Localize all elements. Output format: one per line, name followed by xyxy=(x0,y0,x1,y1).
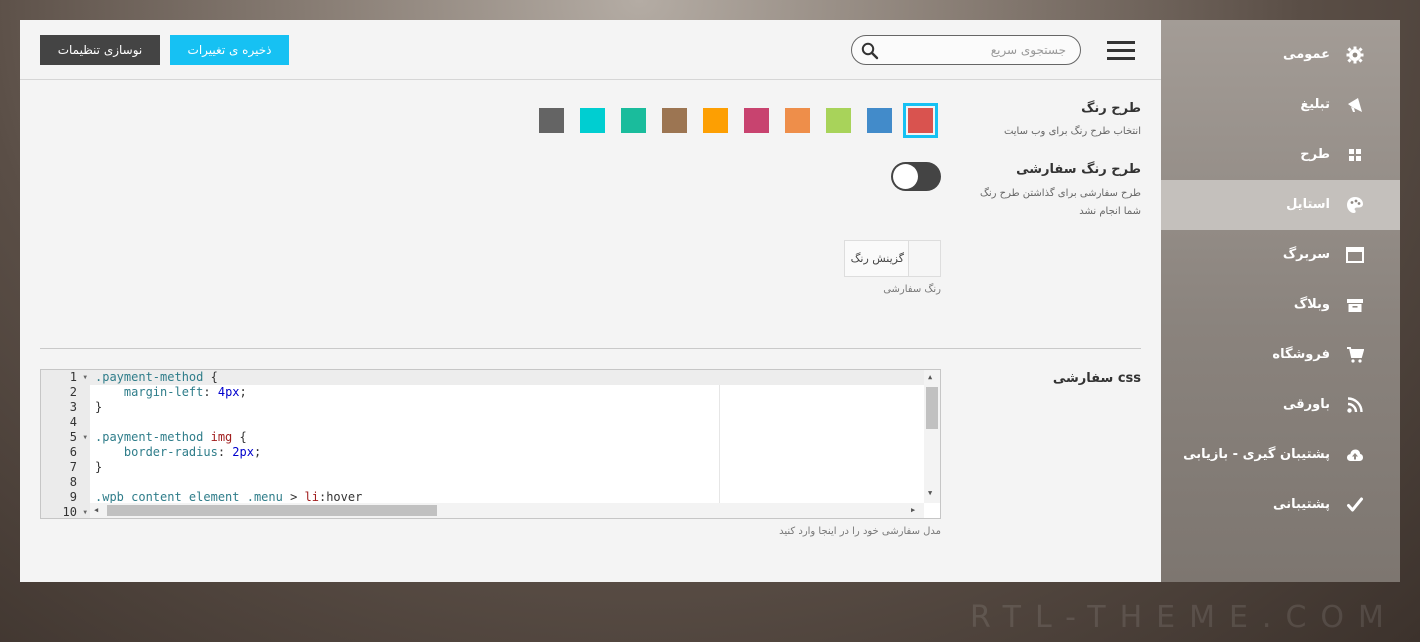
custom-scheme-title: طرح رنگ سفارشی xyxy=(1016,162,1141,177)
search-icon[interactable] xyxy=(861,42,879,60)
vertical-scroll-thumb[interactable] xyxy=(926,387,938,429)
search-input[interactable] xyxy=(886,41,1066,59)
sidebar-item[interactable]: استایل xyxy=(1161,180,1400,230)
browser-window-icon xyxy=(1346,246,1364,264)
code-line: .payment-method img { xyxy=(95,430,247,444)
code-line: .payment-method { xyxy=(90,370,924,385)
color-swatch[interactable] xyxy=(539,108,564,133)
color-swatch[interactable] xyxy=(703,108,728,133)
sidebar-item[interactable]: پشتیبانی xyxy=(1161,480,1400,530)
scroll-left-arrow-icon[interactable]: ◀ xyxy=(94,506,98,514)
line-number: 2 xyxy=(69,385,77,399)
hamburger-menu-icon[interactable] xyxy=(1107,41,1135,61)
sidebar-item-label: استایل xyxy=(1286,197,1330,212)
fold-arrow-icon[interactable]: ▼ xyxy=(83,370,87,385)
line-number: 4 xyxy=(69,415,77,429)
main-panel: نوسازی تنظیمات ذخیره ی تغییرات طرح رنگ ا… xyxy=(20,20,1161,582)
check-icon xyxy=(1346,496,1364,514)
fold-arrow-icon[interactable]: ▼ xyxy=(83,505,87,518)
line-number: 3 xyxy=(69,400,77,414)
line-number: 5 ▼ xyxy=(69,430,87,445)
section-divider xyxy=(40,348,1141,349)
sidebar-item[interactable]: باورقی xyxy=(1161,380,1400,430)
sidebar-item-label: پشتیبانی xyxy=(1273,497,1330,512)
palette-icon xyxy=(1346,196,1364,214)
toggle-knob xyxy=(893,164,918,189)
color-swatch[interactable] xyxy=(785,108,810,133)
megaphone-icon xyxy=(1346,96,1364,114)
sidebar-item-label: تبلیغ xyxy=(1300,97,1330,112)
sidebar-item-label: فروشگاه xyxy=(1272,347,1330,362)
editor-code-area[interactable]: .payment-method { margin-left: 4px; } .p… xyxy=(90,370,924,505)
grid-icon xyxy=(1346,146,1364,164)
code-line: } xyxy=(95,460,103,474)
color-swatch[interactable] xyxy=(580,108,605,133)
color-swatch[interactable] xyxy=(867,108,892,133)
sidebar-item[interactable]: پشتیبان گیری - بازیابی xyxy=(1161,430,1400,480)
horizontal-scroll-thumb[interactable] xyxy=(107,505,437,516)
sidebar-item[interactable]: طرح xyxy=(1161,130,1400,180)
settings-sidebar: عمومی تبلیغ طرح استایل سربرگ وبلاگ فروشگاه باور… xyxy=(1161,20,1400,582)
editor-vertical-scrollbar[interactable]: ▲ ▼ xyxy=(924,370,940,503)
code-line: margin-left: 4px; xyxy=(123,385,247,399)
sidebar-item[interactable]: فروشگاه xyxy=(1161,330,1400,380)
color-swatch[interactable] xyxy=(744,108,769,133)
color-swatch[interactable] xyxy=(621,108,646,133)
editor-horizontal-scrollbar[interactable]: ◀ ▶ xyxy=(90,503,924,518)
custom-css-title: css سفارشی xyxy=(1052,371,1141,386)
reset-settings-button[interactable]: نوسازی تنظیمات xyxy=(40,35,160,65)
sidebar-item-label: عمومی xyxy=(1283,47,1330,62)
line-number: 1 ▼ xyxy=(69,370,87,385)
settings-window: نوسازی تنظیمات ذخیره ی تغییرات طرح رنگ ا… xyxy=(20,20,1400,582)
watermark-text: RTL-THEME.COM xyxy=(970,600,1398,635)
archive-icon xyxy=(1346,296,1364,314)
line-number: 6 xyxy=(69,445,77,459)
line-number: 7 xyxy=(69,460,77,474)
sidebar-item-label: سربرگ xyxy=(1282,247,1330,262)
color-swatch[interactable] xyxy=(903,103,938,138)
css-code-editor[interactable]: 1 ▼ 2 3 4 5 ▼ 6 7 8 9 10 ▼ .payment-method { margin-… xyxy=(40,369,941,519)
color-swatch[interactable] xyxy=(662,108,687,133)
code-line: } xyxy=(95,400,103,414)
gear-icon xyxy=(1346,46,1364,64)
color-picker-button[interactable]: گزینش رنگ xyxy=(844,240,941,277)
rss-icon xyxy=(1346,396,1364,414)
custom-scheme-toggle[interactable] xyxy=(891,162,941,191)
color-swatch[interactable] xyxy=(826,108,851,133)
save-changes-button[interactable]: ذخیره ی تغییرات xyxy=(170,35,289,65)
sidebar-item[interactable]: عمومی xyxy=(1161,30,1400,80)
color-picker-caption: رنگ سفارشی xyxy=(883,284,941,295)
color-scheme-title: طرح رنگ xyxy=(1081,101,1141,116)
custom-scheme-description-2: شما انجام نشد xyxy=(1079,206,1141,217)
sidebar-item-label: وبلاگ xyxy=(1293,297,1330,312)
sidebar-item[interactable]: تبلیغ xyxy=(1161,80,1400,130)
scroll-right-arrow-icon[interactable]: ▶ xyxy=(911,506,915,514)
fold-arrow-icon[interactable]: ▼ xyxy=(83,430,87,445)
cart-icon xyxy=(1346,346,1365,364)
code-line: border-radius: 2px; xyxy=(123,445,262,459)
color-picker-label: گزینش رنگ xyxy=(850,252,904,265)
cloud-upload-icon xyxy=(1346,446,1364,464)
top-toolbar: نوسازی تنظیمات ذخیره ی تغییرات xyxy=(20,20,1161,80)
sidebar-item-label: پشتیبان گیری - بازیابی xyxy=(1183,447,1330,462)
editor-gutter: 1 ▼ 2 3 4 5 ▼ 6 7 8 9 10 ▼ xyxy=(41,370,90,518)
line-number: 9 xyxy=(69,490,77,504)
sidebar-item-label: طرح xyxy=(1300,147,1330,162)
scroll-down-arrow-icon[interactable]: ▼ xyxy=(928,489,932,497)
scroll-up-arrow-icon[interactable]: ▲ xyxy=(928,373,932,381)
print-margin-line xyxy=(719,370,720,505)
sidebar-item[interactable]: وبلاگ xyxy=(1161,280,1400,330)
search-box xyxy=(851,35,1081,65)
color-picker-swatch xyxy=(908,241,940,276)
sidebar-item-label: باورقی xyxy=(1283,397,1330,412)
line-number: 8 xyxy=(69,475,77,489)
sidebar-item[interactable]: سربرگ xyxy=(1161,230,1400,280)
color-scheme-description: انتخاب طرح رنگ برای وب سایت xyxy=(1003,126,1141,137)
custom-scheme-description-1: طرح سفارشی برای گذاشتن طرح رنگ xyxy=(979,188,1141,199)
line-number: 10 ▼ xyxy=(62,505,87,519)
custom-css-caption: مدل سفارشی خود را در اینجا وارد کنید xyxy=(779,526,941,537)
